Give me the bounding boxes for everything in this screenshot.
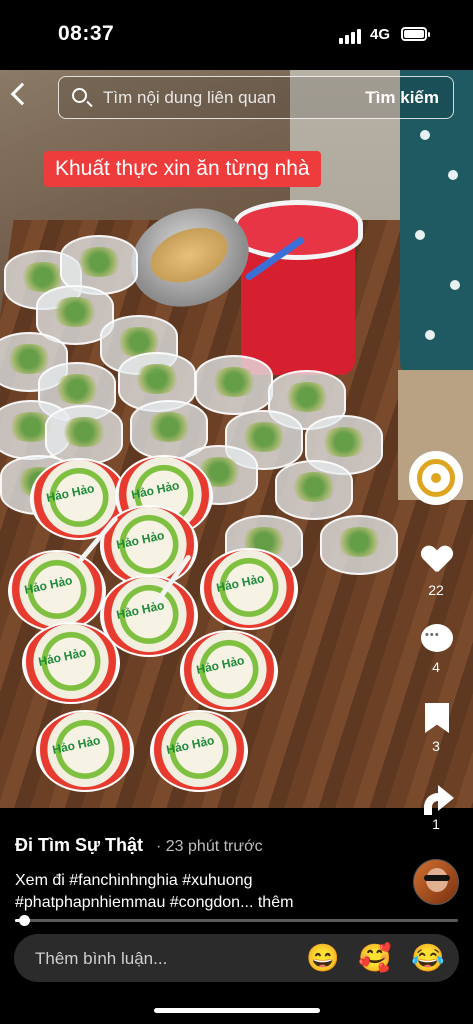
noodle-cup: Hảo Hảo xyxy=(200,548,298,630)
soup-cup xyxy=(195,355,273,415)
bookmark-icon xyxy=(425,703,449,733)
progress-knob[interactable] xyxy=(18,915,30,926)
grinning-emoji-button[interactable]: 😄 xyxy=(306,943,340,973)
network-type: 4G xyxy=(370,26,391,43)
battery-icon xyxy=(401,27,430,41)
post-description: Xem đi #fanchinhnghia #xuhuong #phatphap… xyxy=(15,870,405,914)
search-input[interactable]: Tìm nội dung liên quan xyxy=(103,88,276,108)
soup-cup xyxy=(45,405,123,465)
like-count: 22 xyxy=(428,582,444,598)
comment-icon xyxy=(421,624,453,652)
status-time: 08:37 xyxy=(58,22,115,45)
signal-icon xyxy=(339,28,363,44)
author-name[interactable]: Đi Tìm Sự Thật xyxy=(15,835,143,856)
person-figure xyxy=(400,70,473,400)
noodle-cup: Hảo Hảo xyxy=(180,630,278,712)
save-count: 3 xyxy=(432,738,440,754)
search-button[interactable]: Tìm kiếm xyxy=(365,88,439,108)
status-bar: 08:37 4G xyxy=(0,0,473,70)
more-link[interactable]: thêm xyxy=(258,894,294,911)
soup-cup xyxy=(320,515,398,575)
share-arrow-icon xyxy=(424,785,454,815)
noodle-cup: Hảo Hảo xyxy=(22,622,120,704)
search-icon xyxy=(72,88,87,103)
comment-bar[interactable]: Thêm bình luận... 😄 🥰 😂 xyxy=(14,934,459,982)
creator-profile-button[interactable] xyxy=(409,451,463,505)
author-avatar[interactable] xyxy=(413,859,459,905)
comment-button[interactable]: 4 xyxy=(408,624,464,679)
save-button[interactable]: 3 xyxy=(408,703,464,758)
post-time: · 23 phút trước xyxy=(156,838,263,855)
share-count: 1 xyxy=(432,816,440,832)
noodle-cup: Hảo Hảo xyxy=(36,710,134,792)
description-text: Xem đi #fanchinhnghia #xuhuong #phatphap… xyxy=(15,872,254,911)
dharma-wheel-icon xyxy=(417,459,455,497)
search-bar[interactable]: Tìm nội dung liên quan Tìm kiếm xyxy=(58,76,454,119)
red-cooler xyxy=(233,200,363,375)
soup-cup xyxy=(275,460,353,520)
share-button[interactable]: 1 xyxy=(408,781,464,836)
heart-icon xyxy=(422,546,452,573)
video-progress-bar[interactable] xyxy=(15,915,458,926)
hearts-emoji-button[interactable]: 🥰 xyxy=(358,943,392,973)
video-caption-overlay: Khuất thực xin ăn từng nhà xyxy=(44,151,321,187)
comment-count: 4 xyxy=(432,659,440,675)
laughing-emoji-button[interactable]: 😂 xyxy=(411,943,445,973)
noodle-cup: Hảo Hảo xyxy=(8,550,106,632)
like-button[interactable]: 22 xyxy=(408,546,464,601)
noodle-cup: Hảo Hảo xyxy=(150,710,248,792)
home-indicator xyxy=(154,1008,320,1013)
comment-input[interactable]: Thêm bình luận... xyxy=(35,949,167,969)
